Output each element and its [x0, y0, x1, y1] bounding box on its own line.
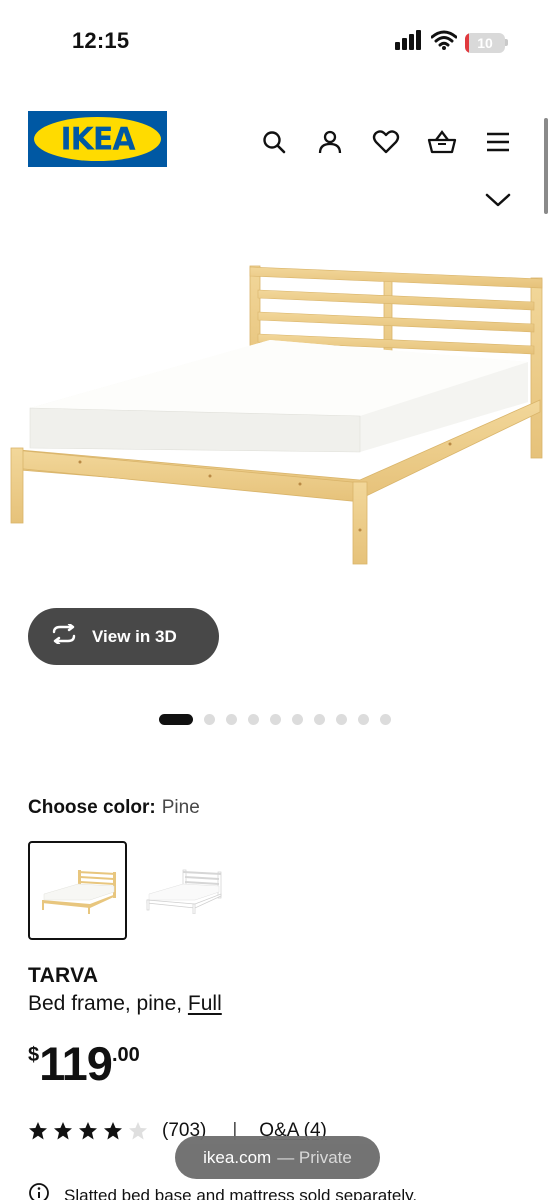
product-description: Bed frame, pine, Full	[28, 992, 222, 1016]
white-bed-thumbnail	[146, 869, 221, 914]
rating-stars[interactable]	[28, 1121, 148, 1141]
carousel-dot[interactable]	[226, 714, 237, 725]
product-description-text: Bed frame, pine,	[28, 992, 188, 1015]
product-price: $ 119 .00	[28, 1038, 140, 1090]
selected-color-value: Pine	[161, 797, 200, 818]
choose-color-label: Choose color:	[28, 797, 156, 818]
star-filled-icon	[104, 1122, 122, 1140]
battery-body: 10	[465, 32, 505, 53]
basket-icon[interactable]	[426, 126, 458, 158]
status-time: 12:15	[72, 28, 130, 53]
carousel-dot[interactable]	[358, 714, 369, 725]
browser-domain: ikea.com	[203, 1147, 272, 1167]
carousel-dot[interactable]	[270, 714, 281, 725]
view-in-3d-button[interactable]: View in 3D	[28, 608, 219, 665]
notice-text: Slatted bed base and mattress sold separ…	[64, 1185, 418, 1200]
wifi-icon	[430, 30, 458, 55]
heart-icon[interactable]	[370, 126, 402, 158]
carousel-dot[interactable]	[380, 714, 391, 725]
site-header: IKEA ®	[0, 100, 554, 230]
header-nav-icons	[258, 126, 514, 158]
price-integer: 119	[39, 1037, 113, 1090]
search-icon[interactable]	[258, 126, 290, 158]
rotate-icon	[50, 622, 78, 649]
menu-icon[interactable]	[482, 126, 514, 158]
color-swatch-white[interactable]	[133, 841, 232, 940]
logo-oval: IKEA ®	[34, 117, 161, 161]
ikea-logo[interactable]: IKEA ®	[28, 111, 167, 167]
pine-bed-thumbnail	[41, 869, 116, 914]
choose-color: Choose color: Pine	[28, 797, 200, 819]
color-swatch-pine[interactable]	[28, 841, 127, 940]
carousel-dot[interactable]	[292, 714, 303, 725]
status-bar: 12:15 10	[0, 0, 554, 80]
battery-icon: 10	[465, 32, 508, 53]
user-icon[interactable]	[314, 126, 346, 158]
chevron-down-icon[interactable]	[484, 188, 512, 212]
browser-private-label: — Private	[277, 1147, 352, 1167]
status-icons: 10	[395, 30, 508, 55]
logo-text: IKEA	[60, 120, 135, 158]
star-empty-icon	[129, 1122, 147, 1140]
notice-row: Slatted bed base and mattress sold separ…	[28, 1182, 417, 1200]
product-image-gallery[interactable]	[0, 240, 554, 610]
logo-registered-mark: ®	[152, 121, 158, 128]
carousel-dot-active[interactable]	[159, 714, 193, 725]
star-filled-icon	[79, 1122, 97, 1140]
star-filled-icon	[54, 1122, 72, 1140]
product-name: TARVA	[28, 964, 99, 987]
battery-tip	[505, 39, 508, 46]
price-decimal: .00	[111, 1044, 140, 1066]
carousel-dot[interactable]	[248, 714, 259, 725]
info-icon	[28, 1182, 50, 1200]
price-currency: $	[28, 1044, 40, 1066]
carousel-dot[interactable]	[204, 714, 215, 725]
battery-level: 10	[477, 34, 493, 51]
cellular-signal-icon	[395, 30, 423, 55]
carousel-dot[interactable]	[314, 714, 325, 725]
bed-frame-image	[10, 265, 543, 565]
browser-url-pill[interactable]: ikea.com — Private	[175, 1136, 380, 1179]
view-in-3d-label: View in 3D	[92, 626, 177, 646]
carousel-dots	[159, 714, 391, 725]
size-link[interactable]: Full	[188, 992, 222, 1015]
carousel-dot[interactable]	[336, 714, 347, 725]
star-filled-icon	[29, 1122, 47, 1140]
scroll-indicator[interactable]	[544, 118, 548, 214]
